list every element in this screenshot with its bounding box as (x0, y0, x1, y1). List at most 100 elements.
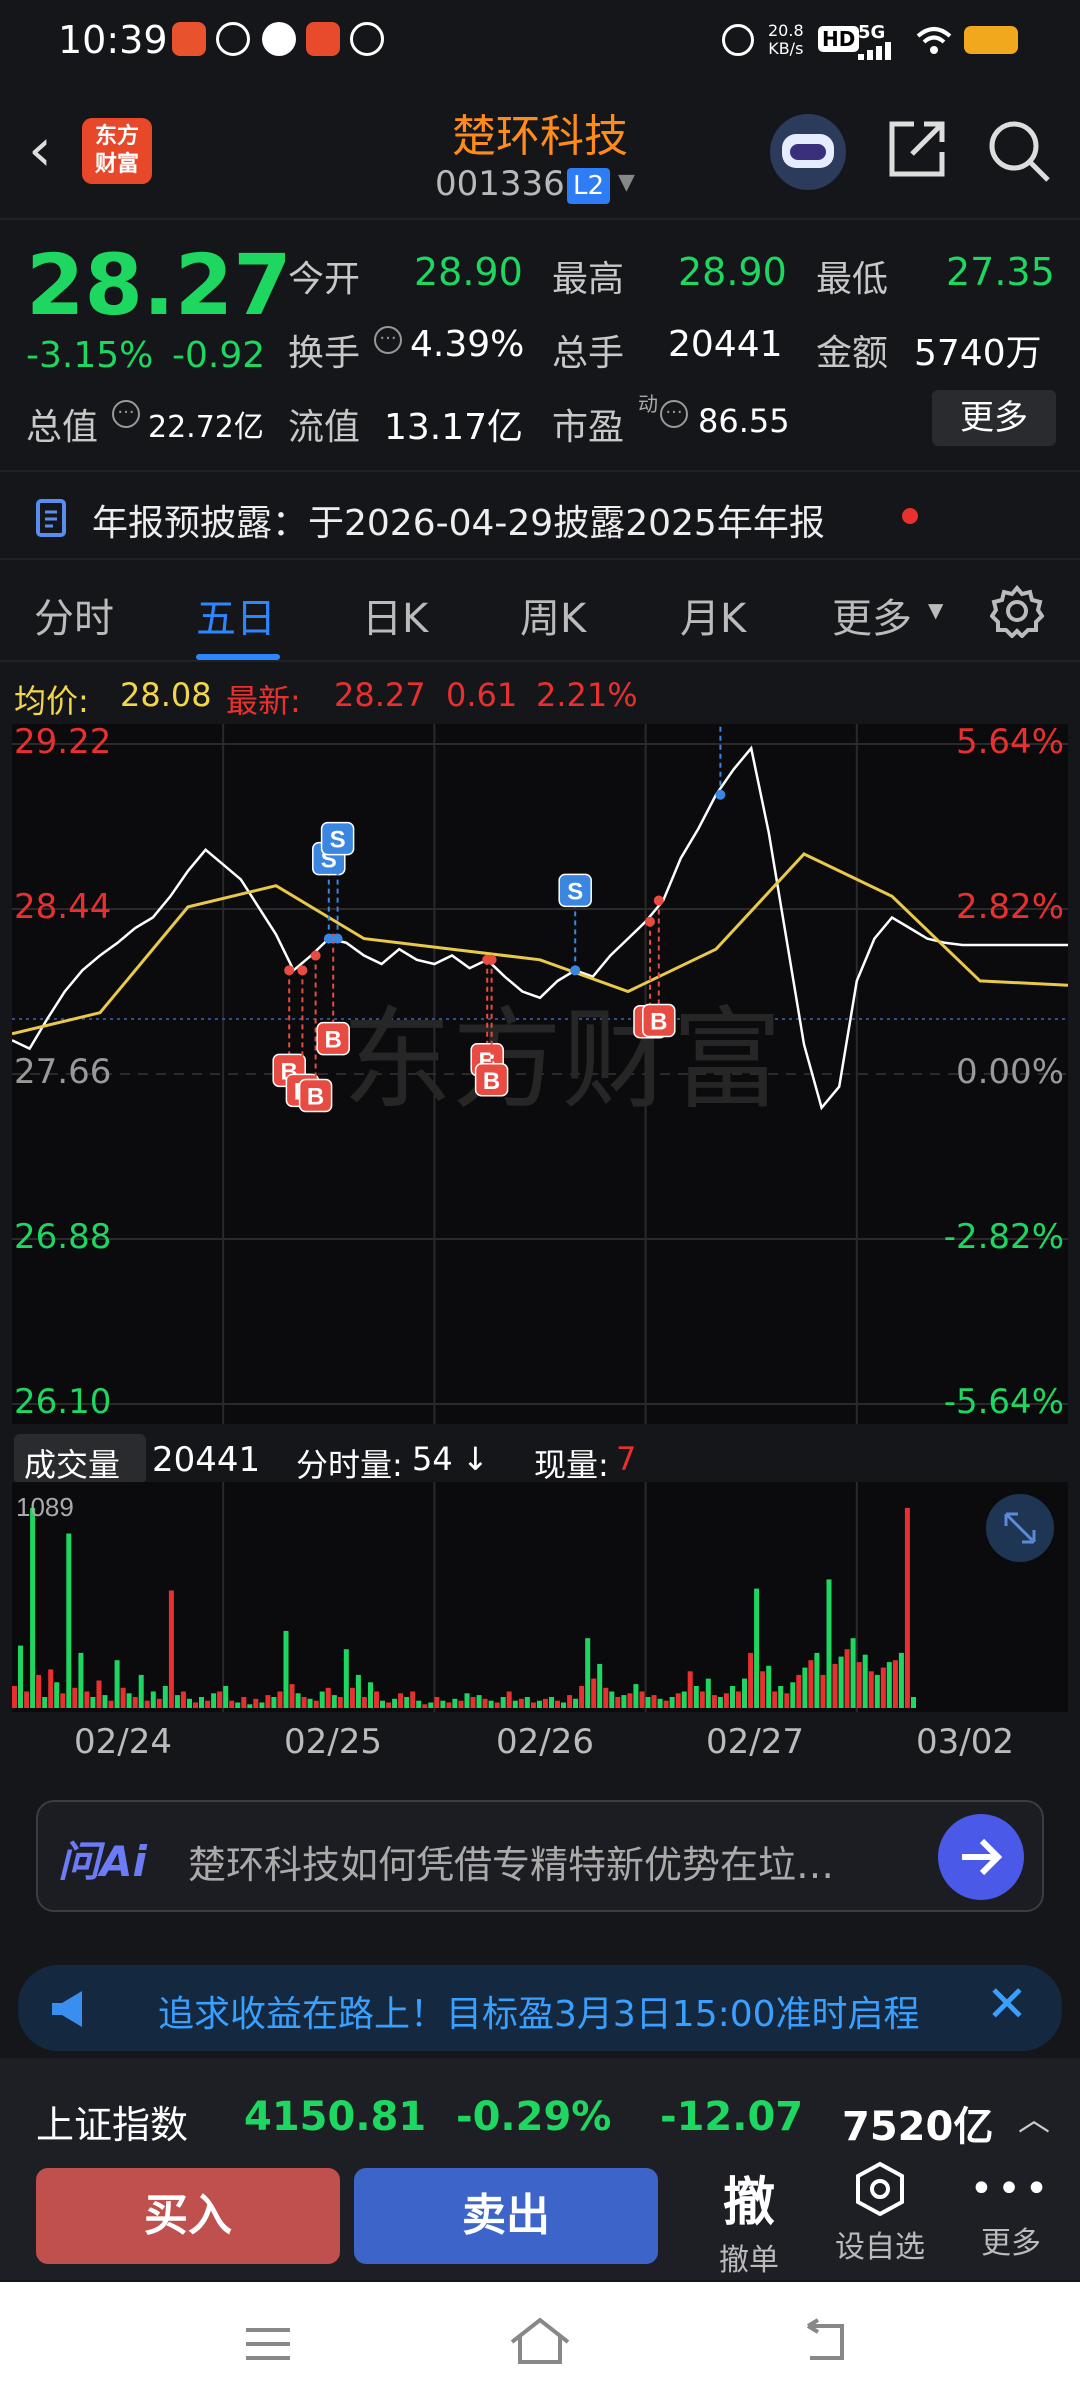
volume-bar (530, 1702, 536, 1708)
float-value: 13.17亿 (384, 407, 524, 448)
assistant-robot-icon[interactable] (770, 114, 846, 190)
y-tick-left: 26.88 (14, 1217, 112, 1257)
arrow-right-icon (962, 1838, 1003, 1876)
more-actions-button[interactable]: ••• 更多 (966, 2160, 1056, 2270)
volume-bar (663, 1700, 669, 1708)
ai-send-button[interactable] (938, 1814, 1024, 1900)
signal-bars-icon (858, 42, 891, 60)
svg-text:B: B (650, 1009, 667, 1036)
volume-chart[interactable]: 1089 (12, 1482, 1068, 1712)
volume-bar (18, 1645, 23, 1708)
x-tick: 02/24 (74, 1722, 172, 1762)
svg-text:B: B (325, 1027, 342, 1054)
wifi-icon (916, 27, 952, 54)
buy-button[interactable]: 买入 (36, 2168, 340, 2264)
open-value: 28.90 (414, 250, 523, 294)
more-button[interactable]: 更多 (932, 390, 1056, 446)
volume-bar (790, 1682, 796, 1708)
tab-five-day[interactable]: 五日 (196, 586, 276, 644)
last-price: 28.27 (26, 236, 292, 334)
volume-bar (54, 1682, 60, 1708)
index-name: 上证指数 (36, 2103, 189, 2147)
tab-more[interactable]: 更多 (832, 586, 912, 644)
change-amount: -0.92 (172, 335, 266, 376)
volume-bar (235, 1702, 241, 1708)
pe-label: 市盈 (552, 407, 625, 448)
volume-bar (410, 1691, 416, 1708)
announcement-bar[interactable]: 年报预披露：于2026-04-29披露2025年年报 (0, 470, 1080, 560)
y-tick-left: 27.66 (14, 1052, 112, 1092)
info-icon[interactable]: ··· (374, 326, 402, 354)
volume-bar (488, 1700, 494, 1708)
close-icon[interactable]: ✕ (986, 1975, 1028, 2033)
level2-badge[interactable]: L2 (567, 168, 611, 204)
search-icon[interactable] (986, 118, 1052, 184)
volume-bar (627, 1693, 633, 1708)
chevron-down-icon[interactable]: ▼ (618, 170, 635, 195)
volume-type-select[interactable]: 成交量 ▼ (14, 1434, 146, 1520)
trade-mark-point (715, 789, 726, 800)
volume-bar (12, 1686, 17, 1708)
volume-bar (844, 1649, 850, 1708)
volume-bar (621, 1695, 627, 1708)
volume-bar (428, 1702, 434, 1708)
volume-bar (500, 1697, 506, 1708)
volume-bar (446, 1702, 452, 1708)
volume-bar (585, 1638, 591, 1708)
trade-mark-point (653, 895, 664, 906)
info-icon[interactable]: ··· (112, 400, 140, 428)
volume-bar (90, 1697, 96, 1708)
y-tick-right: 5.64% (955, 722, 1064, 762)
volume-bar (168, 1590, 174, 1708)
trade-mark-point (310, 950, 321, 961)
volume-bar (126, 1693, 132, 1708)
buy-marker: B (474, 1063, 509, 1097)
volume-bar (307, 1698, 313, 1708)
svg-text:B: B (307, 1084, 324, 1111)
tab-daily-k[interactable]: 日K (362, 586, 428, 644)
cancel-order-button[interactable]: 撤 撤单 (704, 2160, 794, 2278)
volume-bar (645, 1697, 651, 1708)
sell-button[interactable]: 卖出 (354, 2168, 658, 2264)
volume-bar (868, 1671, 874, 1708)
volume-bar (374, 1691, 379, 1708)
back-nav-icon[interactable] (798, 2318, 852, 2364)
tab-weekly-k[interactable]: 周K (520, 586, 586, 644)
price-chart[interactable]: 东方财富 BBBBSSBBSBBS (12, 724, 1068, 1424)
share-icon[interactable] (886, 118, 948, 180)
add-watchlist-button[interactable]: 设自选 (820, 2160, 940, 2270)
tab-monthly-k[interactable]: 月K (680, 586, 746, 644)
volume-bar (820, 1674, 826, 1708)
volume-bar (681, 1691, 687, 1708)
status-time: 10:39 (58, 18, 168, 62)
announcement-text: 年报预披露：于2026-04-29披露2025年年报 (92, 503, 825, 544)
volume-bar (591, 1678, 597, 1708)
chevron-up-icon[interactable]: ︿ (1018, 2094, 1050, 2140)
volume-bar (78, 1652, 84, 1708)
volume-bar (826, 1579, 832, 1708)
last-label: 最新: (226, 682, 301, 720)
volume-bar (814, 1652, 820, 1708)
home-icon[interactable] (508, 2316, 572, 2366)
volume-bar (361, 1697, 367, 1708)
ai-question-box[interactable]: 问Ai 楚环科技如何凭借专精特新优势在垃… (36, 1800, 1044, 1912)
volume-bar (657, 1698, 663, 1708)
y-tick-left: 28.44 (14, 887, 112, 927)
volume-bar (72, 1687, 78, 1708)
volume-bar (874, 1674, 880, 1708)
volume-bar (132, 1697, 138, 1708)
volume-bar (802, 1667, 808, 1708)
volume-bar (247, 1704, 253, 1708)
ai-prompt-text[interactable]: 楚环科技如何凭借专精特新优势在垃… (188, 1834, 918, 1889)
menu-icon[interactable] (244, 2324, 292, 2364)
high-label: 最高 (552, 259, 625, 300)
tab-intraday[interactable]: 分时 (34, 586, 114, 644)
volume-bar (319, 1691, 325, 1708)
promo-marquee[interactable]: 追求收益在路上！目标盈3月3日15:00准时启程 ✕ (18, 1965, 1062, 2051)
info-icon[interactable]: ··· (660, 400, 688, 428)
buy-marker: B (642, 1003, 676, 1038)
volume-bar (325, 1687, 331, 1708)
volume-bar (524, 1697, 530, 1708)
settings-gear-icon[interactable] (990, 584, 1044, 638)
volume-bar (693, 1686, 699, 1708)
